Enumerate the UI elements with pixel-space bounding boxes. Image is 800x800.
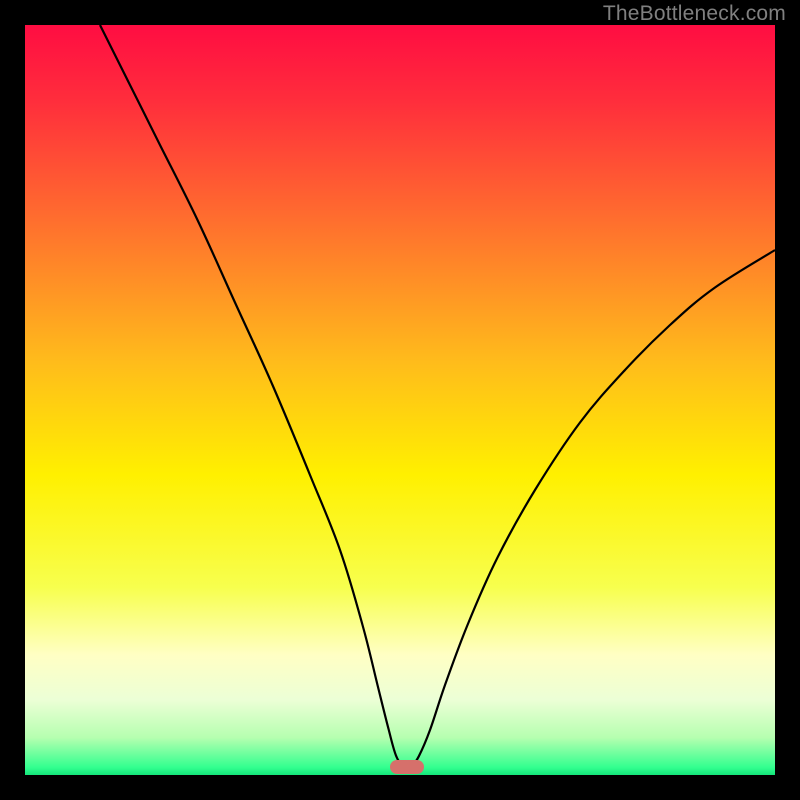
plot-area <box>25 25 775 775</box>
bottleneck-curve <box>25 25 775 775</box>
watermark-text: TheBottleneck.com <box>603 2 786 26</box>
curve-path <box>100 25 775 767</box>
minimum-marker <box>390 760 424 774</box>
chart-frame: TheBottleneck.com <box>0 0 800 800</box>
